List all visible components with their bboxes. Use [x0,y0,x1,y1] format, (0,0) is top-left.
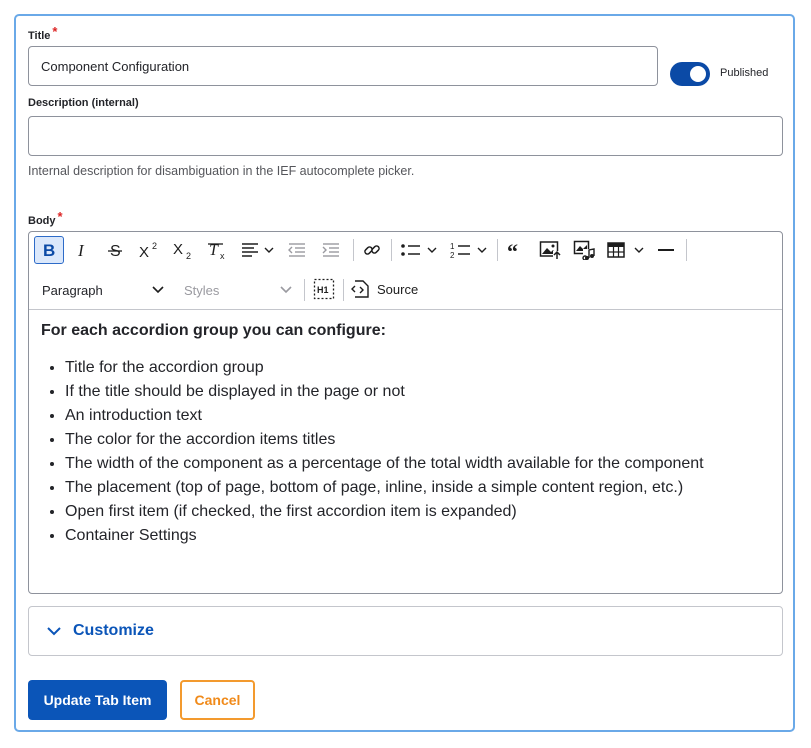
title-value: Component Configuration [41,58,190,74]
svg-text:H1: H1 [317,285,329,295]
italic-icon[interactable]: I [68,236,96,264]
align-icon[interactable] [237,236,279,264]
toolbar-separator [343,279,344,301]
heading-select[interactable]: Paragraph [42,279,164,301]
svg-text:2: 2 [152,241,157,251]
list-item: If the title should be displayed in the … [65,380,770,404]
chevron-down-icon [152,286,164,294]
body-label: Body * [28,209,63,227]
body-heading: For each accordion group you can configu… [41,322,386,339]
list-item: The placement (top of page, bottom of pa… [65,476,770,500]
title-label: Title * [28,24,58,42]
description-help: Internal description for disambiguation … [28,164,415,178]
customize-label: Customize [73,622,154,639]
required-mark: * [52,24,58,39]
svg-text:2: 2 [186,251,191,260]
svg-text:“: “ [507,242,518,258]
source-icon [351,280,369,298]
table-icon[interactable] [604,236,648,264]
remove-format-icon[interactable]: Tx [203,236,233,264]
heading-select-value: Paragraph [42,282,103,298]
list-item: Title for the accordion group [65,356,770,380]
superscript-icon[interactable]: X2 [134,236,164,264]
source-label: Source [377,281,419,297]
cancel-button[interactable]: Cancel [180,680,255,720]
media-icon[interactable] [570,236,598,264]
list-item: The color for the accordion items titles [65,428,770,452]
toolbar-separator [497,239,498,261]
bulleted-list-icon[interactable] [397,236,441,264]
subscript-icon[interactable]: X2 [168,236,198,264]
svg-text:2: 2 [450,251,455,259]
published-toggle[interactable] [670,62,710,86]
title-input[interactable]: Component Configuration [28,46,658,86]
list-item: Open first item (if checked, the first a… [65,500,770,524]
blockquote-icon[interactable]: “ [502,236,530,264]
strikethrough-icon[interactable]: S [101,236,129,264]
toggle-knob [690,66,706,82]
body-list: Title for the accordion group If the tit… [41,356,770,548]
toolbar-separator [304,279,305,301]
toolbar-separator [391,239,392,261]
svg-text:I: I [77,242,85,258]
link-icon[interactable] [358,236,386,264]
chevron-down-icon [280,286,292,294]
svg-text:X: X [173,241,183,258]
outdent-icon[interactable] [283,236,311,264]
svg-text:X: X [139,244,149,259]
toolbar-separator [686,239,687,261]
indent-icon[interactable] [317,236,345,264]
source-button[interactable]: Source [349,275,421,303]
published-label: Published [720,67,769,79]
body-editor[interactable]: B I S X2 X2 Tx 1 2 “ Paragraph Styles H1… [28,231,783,594]
svg-text:x: x [220,251,225,260]
svg-text:B: B [43,242,55,258]
update-tab-item-button[interactable]: Update Tab Item [28,680,167,720]
numbered-list-icon[interactable]: 12 [447,236,491,264]
toolbar-separator [353,239,354,261]
image-upload-icon[interactable] [536,236,564,264]
description-label: Description (internal) [28,97,139,109]
editor-content[interactable]: For each accordion group you can configu… [41,322,770,548]
styles-select-value: Styles [184,282,220,298]
svg-text:1: 1 [450,242,455,251]
list-item: The width of the component as a percenta… [65,452,770,476]
editor-toolbar: B I S X2 X2 Tx 1 2 “ Paragraph Styles H1… [29,232,782,310]
list-item: An introduction text [65,404,770,428]
description-input[interactable] [28,116,783,156]
customize-toggle[interactable]: Customize [28,606,783,656]
styles-select[interactable]: Styles [184,279,292,301]
show-blocks-icon[interactable]: H1 [311,275,337,303]
horizontal-line-icon[interactable] [652,236,680,264]
bold-icon[interactable]: B [34,236,64,264]
required-mark: * [57,209,63,224]
list-item: Container Settings [65,524,770,548]
chevron-down-icon [47,627,61,636]
